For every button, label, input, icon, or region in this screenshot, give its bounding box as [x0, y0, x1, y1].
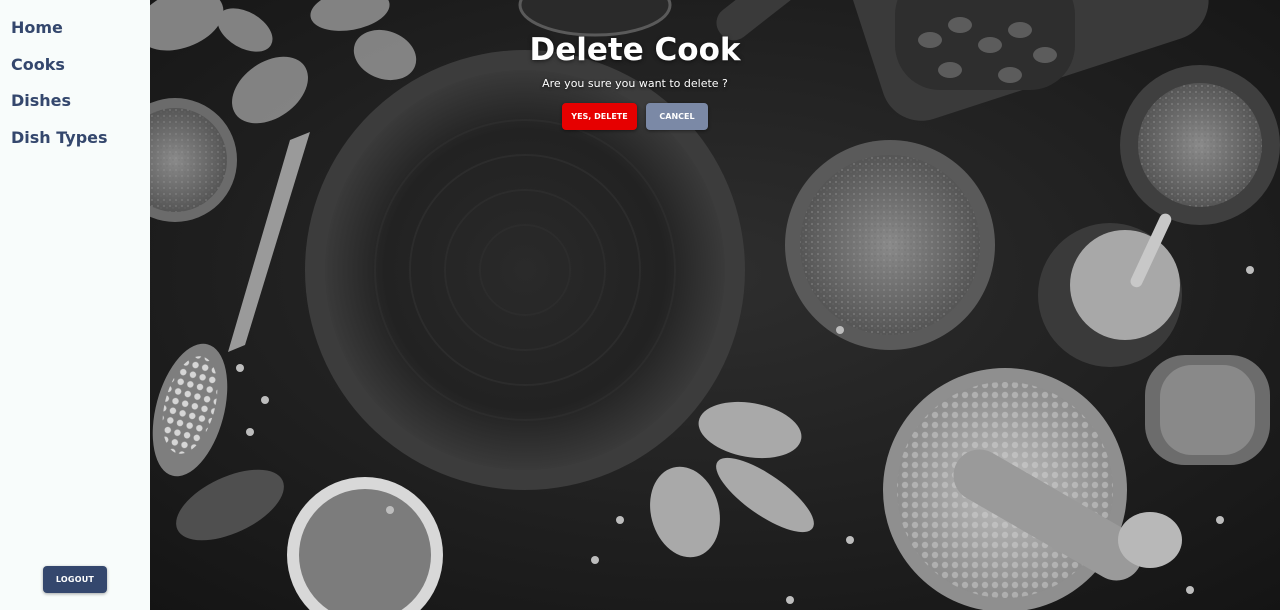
sidebar-item-cooks[interactable]: Cooks [11, 53, 150, 90]
cancel-button[interactable]: CANCEL [646, 103, 708, 130]
sidebar-item-home[interactable]: Home [11, 16, 150, 53]
logout-button[interactable]: LOGOUT [43, 566, 107, 593]
sidebar: Home Cooks Dishes Dish Types LOGOUT [0, 0, 150, 610]
dialog-message: Are you sure you want to delete ? [542, 77, 728, 90]
dialog-title: Delete Cook [529, 32, 741, 68]
sidebar-item-dishes[interactable]: Dishes [11, 89, 150, 126]
dialog-actions: YES, DELETE CANCEL [150, 103, 1120, 130]
delete-dialog: Delete Cook Are you sure you want to del… [150, 30, 1120, 130]
main-content: Delete Cook Are you sure you want to del… [150, 0, 1280, 610]
app: Home Cooks Dishes Dish Types LOGOUT Dele… [0, 0, 1280, 610]
confirm-delete-button[interactable]: YES, DELETE [562, 103, 637, 130]
sidebar-nav: Home Cooks Dishes Dish Types [0, 0, 150, 162]
sidebar-item-dish-types[interactable]: Dish Types [11, 126, 150, 163]
